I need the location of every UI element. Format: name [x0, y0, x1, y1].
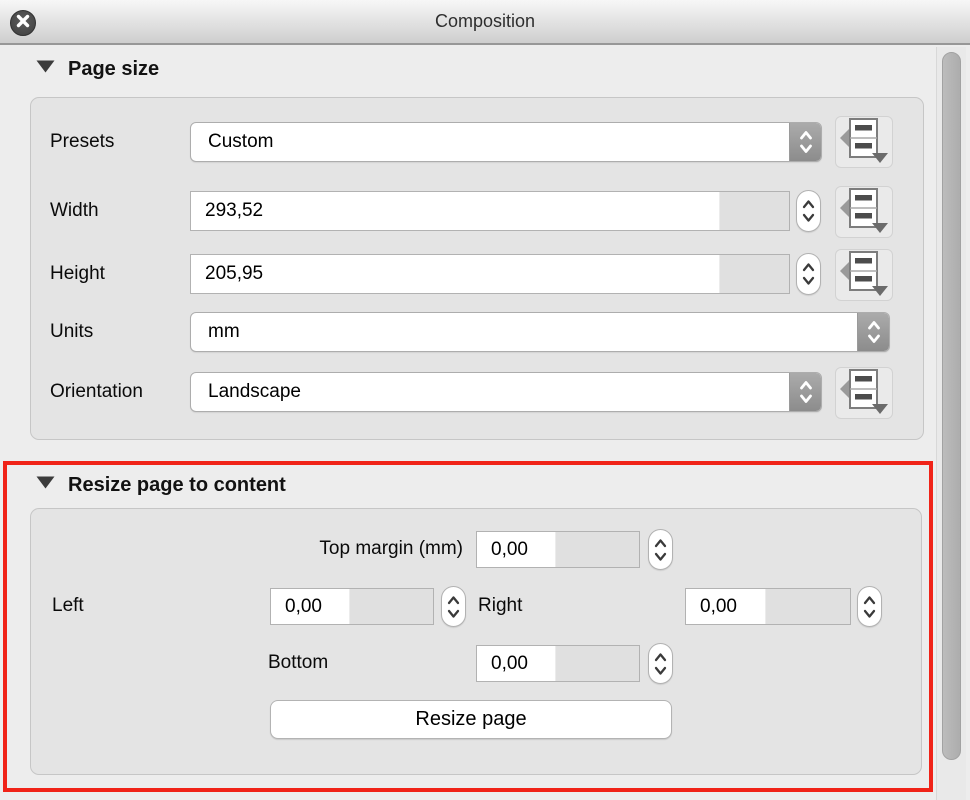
- page-size-section-header[interactable]: Page size: [36, 56, 159, 82]
- top-margin-value: 0,00: [477, 539, 528, 561]
- chevrons-up-down-icon: [857, 313, 889, 351]
- units-dropdown-value: mm: [191, 321, 857, 343]
- data-defined-override-icon: [839, 367, 889, 420]
- page-size-section-title: Page size: [68, 58, 159, 81]
- close-button[interactable]: [10, 10, 36, 36]
- width-data-defined-button[interactable]: [835, 186, 893, 238]
- chevrons-up-down-icon: [789, 123, 821, 161]
- bottom-margin-input[interactable]: 0,00: [476, 645, 640, 682]
- orientation-dropdown-value: Landscape: [191, 381, 789, 403]
- right-margin-label: Right: [478, 586, 598, 626]
- data-defined-override-icon: [839, 186, 889, 239]
- scrollbar-thumb[interactable]: [942, 52, 961, 760]
- left-margin-value: 0,00: [271, 596, 322, 618]
- top-margin-stepper[interactable]: [648, 529, 673, 570]
- height-data-defined-button[interactable]: [835, 249, 893, 301]
- right-margin-input-gray-area: [765, 589, 850, 624]
- bottom-margin-value: 0,00: [477, 653, 528, 675]
- left-margin-input[interactable]: 0,00: [270, 588, 434, 625]
- bottom-margin-label: Bottom: [268, 643, 388, 683]
- width-label: Width: [50, 191, 170, 231]
- left-margin-input-gray-area: [349, 589, 433, 624]
- top-margin-label: Top margin (mm): [220, 529, 463, 569]
- top-margin-input-gray-area: [555, 532, 639, 567]
- data-defined-override-icon: [839, 249, 889, 302]
- left-margin-stepper[interactable]: [441, 586, 466, 627]
- units-label: Units: [50, 312, 170, 352]
- chevrons-up-down-icon: [789, 373, 821, 411]
- collapse-triangle-icon: [36, 476, 55, 494]
- collapse-triangle-icon: [36, 60, 55, 78]
- units-dropdown[interactable]: mm: [190, 312, 890, 352]
- width-input[interactable]: 293,52: [190, 191, 790, 231]
- height-value: 205,95: [191, 263, 263, 285]
- height-stepper[interactable]: [796, 253, 821, 295]
- resize-section-header[interactable]: Resize page to content: [36, 472, 286, 498]
- width-input-gray-area: [719, 192, 789, 230]
- right-margin-stepper[interactable]: [857, 586, 882, 627]
- bottom-margin-stepper[interactable]: [648, 643, 673, 684]
- presets-label: Presets: [50, 122, 170, 162]
- top-margin-input[interactable]: 0,00: [476, 531, 640, 568]
- presets-dropdown-value: Custom: [191, 131, 789, 153]
- width-value: 293,52: [191, 200, 263, 222]
- panel-titlebar: Composition: [0, 0, 970, 45]
- orientation-dropdown[interactable]: Landscape: [190, 372, 822, 412]
- panel-title: Composition: [0, 0, 970, 43]
- height-input-gray-area: [719, 255, 789, 293]
- height-label: Height: [50, 254, 170, 294]
- width-stepper[interactable]: [796, 190, 821, 232]
- close-icon: [16, 14, 30, 33]
- scrollbar-track[interactable]: [936, 47, 966, 800]
- orientation-data-defined-button[interactable]: [835, 367, 893, 419]
- orientation-label: Orientation: [50, 372, 180, 412]
- presets-data-defined-button[interactable]: [835, 116, 893, 168]
- right-margin-value: 0,00: [686, 596, 737, 618]
- right-margin-input[interactable]: 0,00: [685, 588, 851, 625]
- presets-dropdown[interactable]: Custom: [190, 122, 822, 162]
- left-margin-label: Left: [52, 586, 172, 626]
- resize-page-button[interactable]: Resize page: [270, 700, 672, 739]
- resize-section-title: Resize page to content: [68, 474, 286, 497]
- height-input[interactable]: 205,95: [190, 254, 790, 294]
- data-defined-override-icon: [839, 116, 889, 169]
- bottom-margin-input-gray-area: [555, 646, 639, 681]
